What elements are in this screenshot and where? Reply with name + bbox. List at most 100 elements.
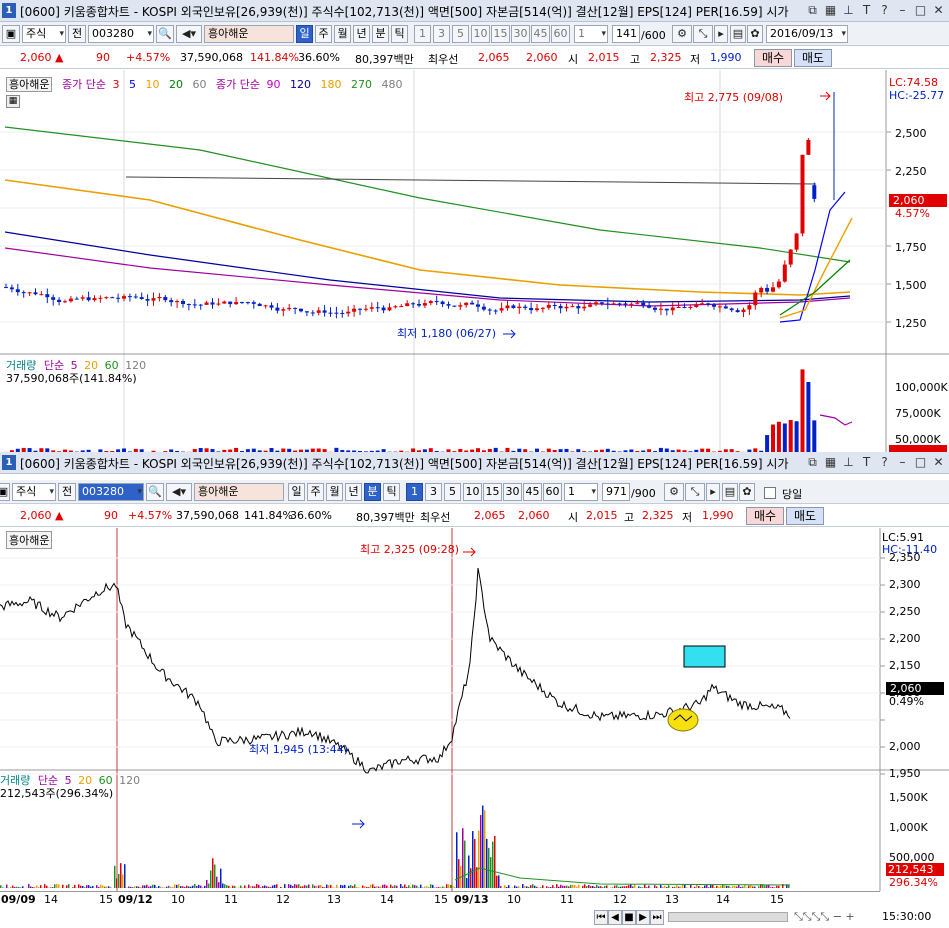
interval-15[interactable]: 15 — [491, 25, 510, 43]
interval-select[interactable]: 1 — [574, 25, 608, 43]
date-input[interactable]: 2016/09/13 — [766, 25, 848, 43]
toggle-icon[interactable]: ▸ — [706, 483, 720, 501]
table-icon[interactable]: ▦ — [6, 95, 20, 108]
grid-icon[interactable]: ▦ — [822, 2, 839, 19]
buy-button[interactable]: 매수 — [746, 507, 784, 525]
speaker-icon[interactable]: ◀▾ — [166, 483, 192, 501]
prev-button[interactable]: 전 — [68, 25, 86, 43]
search-icon[interactable]: 🔍 — [146, 483, 164, 501]
interval-3[interactable]: 3 — [433, 25, 450, 43]
interval-30[interactable]: 30 — [511, 25, 530, 43]
interval-5[interactable]: 5 — [444, 483, 461, 501]
pin-icon[interactable]: ⊥ — [840, 2, 857, 19]
prev-button[interactable]: 전 — [58, 483, 76, 501]
tab-tick[interactable]: 틱 — [383, 483, 400, 501]
interval-select[interactable]: 1 — [564, 483, 598, 501]
speaker-icon[interactable]: ◀▾ — [176, 25, 202, 43]
volume-bar — [424, 886, 426, 888]
tab-tick[interactable]: 틱 — [391, 25, 408, 43]
line-icon[interactable]: ⤡ — [685, 483, 705, 501]
stock-name[interactable]: 흥아해운 — [204, 25, 294, 43]
layout-icon[interactable]: ▣ — [2, 25, 20, 43]
tab-minute[interactable]: 분 — [364, 483, 381, 501]
toggle-icon[interactable]: ▸ — [714, 25, 728, 43]
candle-body — [15, 289, 20, 293]
minute-chart-canvas[interactable] — [0, 528, 949, 928]
tab-week[interactable]: 주 — [307, 483, 324, 501]
tab-day[interactable]: 일 — [288, 483, 305, 501]
tab-year[interactable]: 년 — [353, 25, 370, 43]
tab-week[interactable]: 주 — [315, 25, 332, 43]
minimize-icon[interactable]: – — [894, 454, 911, 471]
interval-45[interactable]: 45 — [531, 25, 550, 43]
code-input[interactable]: 003280 — [78, 483, 144, 501]
tab-month[interactable]: 월 — [326, 483, 343, 501]
count-input[interactable]: 971 — [602, 483, 630, 501]
interval-60[interactable]: 60 — [551, 25, 570, 43]
interval-1[interactable]: 1 — [406, 483, 423, 501]
scroll-prev-icon[interactable]: ◀ — [608, 910, 622, 925]
text-icon[interactable]: T — [858, 2, 875, 19]
close-icon[interactable]: ✕ — [930, 2, 947, 19]
interval-1[interactable]: 1 — [414, 25, 431, 43]
scroll-next-icon[interactable]: ▶ — [636, 910, 650, 925]
settings-icon[interactable]: ✿ — [747, 25, 763, 43]
sell-button[interactable]: 매도 — [786, 507, 824, 525]
same-day-checkbox[interactable] — [764, 487, 776, 499]
scrollbar-track[interactable] — [668, 912, 788, 922]
save-icon[interactable]: ▤ — [722, 483, 738, 501]
scroll-last-icon[interactable]: ⏭ — [650, 910, 664, 925]
tab-year[interactable]: 년 — [345, 483, 362, 501]
interval-45[interactable]: 45 — [523, 483, 542, 501]
stock-name[interactable]: 흥아해운 — [194, 483, 284, 501]
restore-icon[interactable]: ⧉ — [804, 2, 821, 19]
interval-5[interactable]: 5 — [452, 25, 469, 43]
interval-30[interactable]: 30 — [503, 483, 522, 501]
title-bar[interactable]: 1 [0600] 키움종합차트 - KOSPI 외국인보유[26,939(천)]… — [0, 452, 949, 474]
layout-icon[interactable]: ▣ — [0, 483, 10, 501]
tab-month[interactable]: 월 — [334, 25, 351, 43]
help-icon[interactable]: ? — [876, 454, 893, 471]
market-select[interactable]: 주식 — [12, 483, 56, 501]
text-icon[interactable]: T — [858, 454, 875, 471]
save-icon[interactable]: ▤ — [730, 25, 746, 43]
close-icon[interactable]: ✕ — [930, 454, 947, 471]
tab-day[interactable]: 일 — [296, 25, 313, 43]
price-name-tag[interactable]: 흥아해운 — [6, 77, 53, 92]
pin-icon[interactable]: ⊥ — [840, 454, 857, 471]
tools-icon[interactable]: ⚙ — [664, 483, 684, 501]
restore-icon[interactable]: ⧉ — [804, 454, 821, 471]
search-icon[interactable]: 🔍 — [156, 25, 174, 43]
volume-bar — [298, 884, 300, 888]
sell-button[interactable]: 매도 — [794, 49, 832, 67]
interval-60[interactable]: 60 — [543, 483, 562, 501]
daily-chart-canvas[interactable] — [0, 70, 949, 452]
maximize-icon[interactable]: □ — [912, 2, 929, 19]
minimize-icon[interactable]: – — [894, 2, 911, 19]
volume-bar — [256, 884, 258, 888]
line-icon[interactable]: ⤡ — [693, 25, 713, 43]
tab-minute[interactable]: 분 — [372, 25, 389, 43]
scroll-stop-icon[interactable]: ■ — [622, 910, 636, 925]
market-select[interactable]: 주식 — [22, 25, 66, 43]
grid-icon[interactable]: ▦ — [822, 454, 839, 471]
volume-bar — [420, 884, 422, 888]
title-bar[interactable]: 1 [0600] 키움종합차트 - KOSPI 외국인보유[26,939(천)]… — [0, 0, 949, 22]
zoom-controls[interactable]: ⤡⤡⤡⤡ − + — [794, 910, 855, 924]
interval-10[interactable]: 10 — [471, 25, 490, 43]
scroll-first-icon[interactable]: ⏮ — [594, 910, 608, 925]
code-input[interactable]: 003280 — [88, 25, 154, 43]
maximize-icon[interactable]: □ — [912, 454, 929, 471]
count-input[interactable]: 141 — [612, 25, 640, 43]
volume-bar — [288, 884, 290, 888]
price-name-tag[interactable]: 흥아해운 — [6, 531, 53, 549]
settings-icon[interactable]: ✿ — [739, 483, 755, 501]
interval-15[interactable]: 15 — [483, 483, 502, 501]
buy-button[interactable]: 매수 — [754, 49, 792, 67]
interval-3[interactable]: 3 — [425, 483, 442, 501]
interval-10[interactable]: 10 — [463, 483, 482, 501]
time-display: 15:30:00 — [882, 910, 932, 923]
help-icon[interactable]: ? — [876, 2, 893, 19]
volume-bar — [72, 887, 74, 888]
tools-icon[interactable]: ⚙ — [672, 25, 692, 43]
